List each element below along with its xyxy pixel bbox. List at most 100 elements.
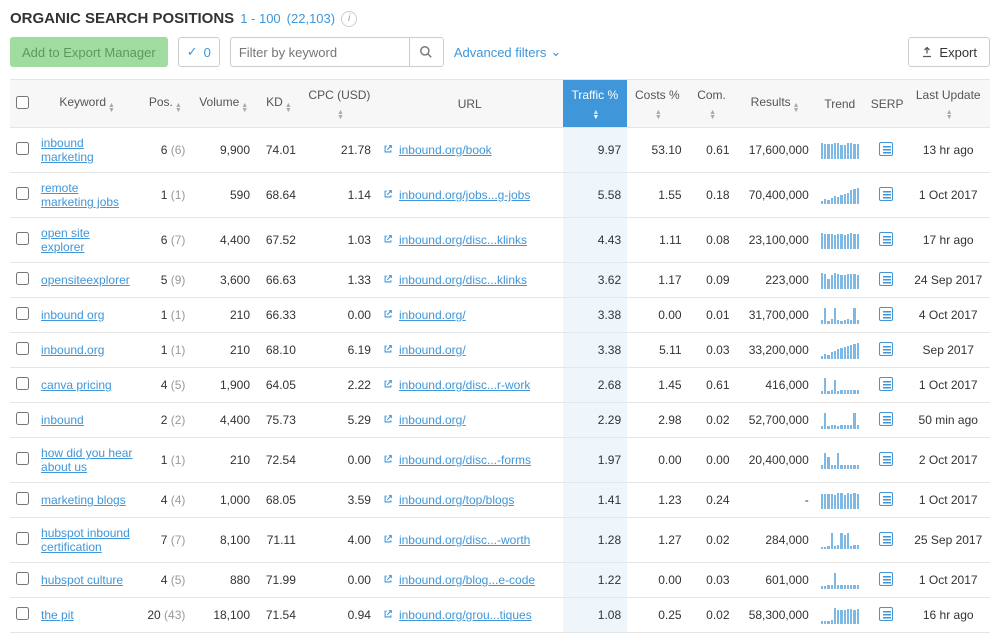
serp-icon[interactable] — [879, 452, 893, 466]
keyword-link[interactable]: the pit — [41, 608, 74, 622]
url-link[interactable]: inbound.org/ — [399, 343, 466, 357]
col-costs[interactable]: Costs %▲▼ — [627, 80, 687, 128]
row-checkbox[interactable] — [16, 412, 29, 425]
col-traffic[interactable]: Traffic %▲▼ — [563, 80, 628, 128]
keyword-link[interactable]: opensiteexplorer — [41, 273, 130, 287]
cpc-cell: 1.33 — [302, 263, 377, 298]
url-link[interactable]: inbound.org/grou...tiques — [399, 608, 532, 622]
results-cell: - — [736, 483, 815, 518]
serp-icon[interactable] — [879, 307, 893, 321]
serp-icon[interactable] — [879, 607, 893, 621]
url-link[interactable]: inbound.org/book — [399, 143, 492, 157]
url-link[interactable]: inbound.org/jobs...g-jobs — [399, 188, 530, 202]
external-link-icon[interactable] — [383, 308, 393, 322]
serp-icon[interactable] — [879, 412, 893, 426]
keyword-link[interactable]: inbound marketing — [41, 136, 94, 164]
url-link[interactable]: inbound.org/ — [399, 308, 466, 322]
col-pos[interactable]: Pos.▲▼ — [139, 80, 191, 128]
export-button[interactable]: Export — [908, 37, 990, 67]
url-link[interactable]: inbound.org/blog...e-code — [399, 573, 535, 587]
select-all-checkbox[interactable] — [16, 96, 29, 109]
cpc-cell: 0.00 — [302, 563, 377, 598]
keyword-link[interactable]: inbound — [41, 413, 84, 427]
col-volume[interactable]: Volume▲▼ — [191, 80, 256, 128]
serp-icon[interactable] — [879, 492, 893, 506]
keyword-link[interactable]: hubspot culture — [41, 573, 123, 587]
advanced-filters-label: Advanced filters — [454, 45, 547, 60]
url-link[interactable]: inbound.org/disc...r-work — [399, 378, 530, 392]
row-checkbox[interactable] — [16, 532, 29, 545]
row-checkbox[interactable] — [16, 607, 29, 620]
row-checkbox[interactable] — [16, 187, 29, 200]
keyword-link[interactable]: hubspot inbound certification — [41, 526, 130, 554]
url-link[interactable]: inbound.org/disc...klinks — [399, 273, 527, 287]
serp-icon[interactable] — [879, 342, 893, 356]
serp-icon[interactable] — [879, 272, 893, 286]
col-kd[interactable]: KD▲▼ — [256, 80, 302, 128]
external-link-icon[interactable] — [383, 143, 393, 157]
kd-cell: 71.99 — [256, 563, 302, 598]
com-cell: 0.02 — [688, 598, 736, 633]
col-cpc[interactable]: CPC (USD)▲▼ — [302, 80, 377, 128]
external-link-icon[interactable] — [383, 533, 393, 547]
external-link-icon[interactable] — [383, 233, 393, 247]
volume-cell: 8,100 — [191, 518, 256, 563]
col-results[interactable]: Results▲▼ — [736, 80, 815, 128]
positions-table: Keyword▲▼ Pos.▲▼ Volume▲▼ KD▲▼ CPC (USD)… — [10, 79, 990, 633]
cpc-cell: 4.00 — [302, 518, 377, 563]
serp-icon[interactable] — [879, 187, 893, 201]
external-link-icon[interactable] — [383, 453, 393, 467]
external-link-icon[interactable] — [383, 413, 393, 427]
url-link[interactable]: inbound.org/disc...klinks — [399, 233, 527, 247]
url-link[interactable]: inbound.org/disc...-forms — [399, 453, 531, 467]
external-link-icon[interactable] — [383, 273, 393, 287]
row-checkbox[interactable] — [16, 492, 29, 505]
serp-icon[interactable] — [879, 532, 893, 546]
pos-cell: 1 (1) — [139, 438, 191, 483]
keyword-link[interactable]: canva pricing — [41, 378, 112, 392]
url-link[interactable]: inbound.org/top/blogs — [399, 493, 514, 507]
row-checkbox[interactable] — [16, 142, 29, 155]
row-checkbox[interactable] — [16, 232, 29, 245]
external-link-icon[interactable] — [383, 493, 393, 507]
keyword-link[interactable]: inbound org — [41, 308, 104, 322]
col-lastupdate[interactable]: Last Update▲▼ — [906, 80, 990, 128]
keyword-link[interactable]: open site explorer — [41, 226, 90, 254]
external-link-icon[interactable] — [383, 608, 393, 622]
external-link-icon[interactable] — [383, 378, 393, 392]
keyword-link[interactable]: remote marketing jobs — [41, 181, 119, 209]
keyword-link[interactable]: how did you hear about us — [41, 446, 132, 474]
row-checkbox[interactable] — [16, 307, 29, 320]
com-cell: 0.03 — [688, 563, 736, 598]
col-com[interactable]: Com.▲▼ — [688, 80, 736, 128]
table-row: hubspot culture4 (5)88071.990.00inbound.… — [10, 563, 990, 598]
external-link-icon[interactable] — [383, 343, 393, 357]
row-checkbox[interactable] — [16, 452, 29, 465]
col-url[interactable]: URL — [377, 80, 563, 128]
serp-icon[interactable] — [879, 232, 893, 246]
external-link-icon[interactable] — [383, 188, 393, 202]
row-checkbox[interactable] — [16, 377, 29, 390]
lastupdate-cell: 17 hr ago — [906, 218, 990, 263]
traffic-cell: 5.58 — [563, 173, 628, 218]
volume-cell: 210 — [191, 298, 256, 333]
keyword-link[interactable]: marketing blogs — [41, 493, 126, 507]
advanced-filters-link[interactable]: Advanced filters ⌄ — [454, 44, 561, 60]
serp-icon[interactable] — [879, 142, 893, 156]
info-icon[interactable]: i — [341, 11, 357, 27]
keyword-link[interactable]: inbound.org — [41, 343, 104, 357]
lastupdate-cell: 50 min ago — [906, 403, 990, 438]
external-link-icon[interactable] — [383, 573, 393, 587]
pos-cell: 20 (43) — [139, 598, 191, 633]
add-to-export-manager-button[interactable]: Add to Export Manager — [10, 37, 168, 67]
pos-cell: 1 (1) — [139, 298, 191, 333]
url-link[interactable]: inbound.org/disc...-worth — [399, 533, 530, 547]
url-link[interactable]: inbound.org/ — [399, 413, 466, 427]
col-keyword[interactable]: Keyword▲▼ — [35, 80, 139, 128]
row-checkbox[interactable] — [16, 342, 29, 355]
filter-keyword-input[interactable] — [230, 37, 410, 67]
filter-search-button[interactable] — [410, 37, 444, 67]
serp-icon[interactable] — [879, 377, 893, 391]
row-checkbox[interactable] — [16, 272, 29, 285]
selection-count-button[interactable]: ✓ 0 — [178, 37, 220, 67]
